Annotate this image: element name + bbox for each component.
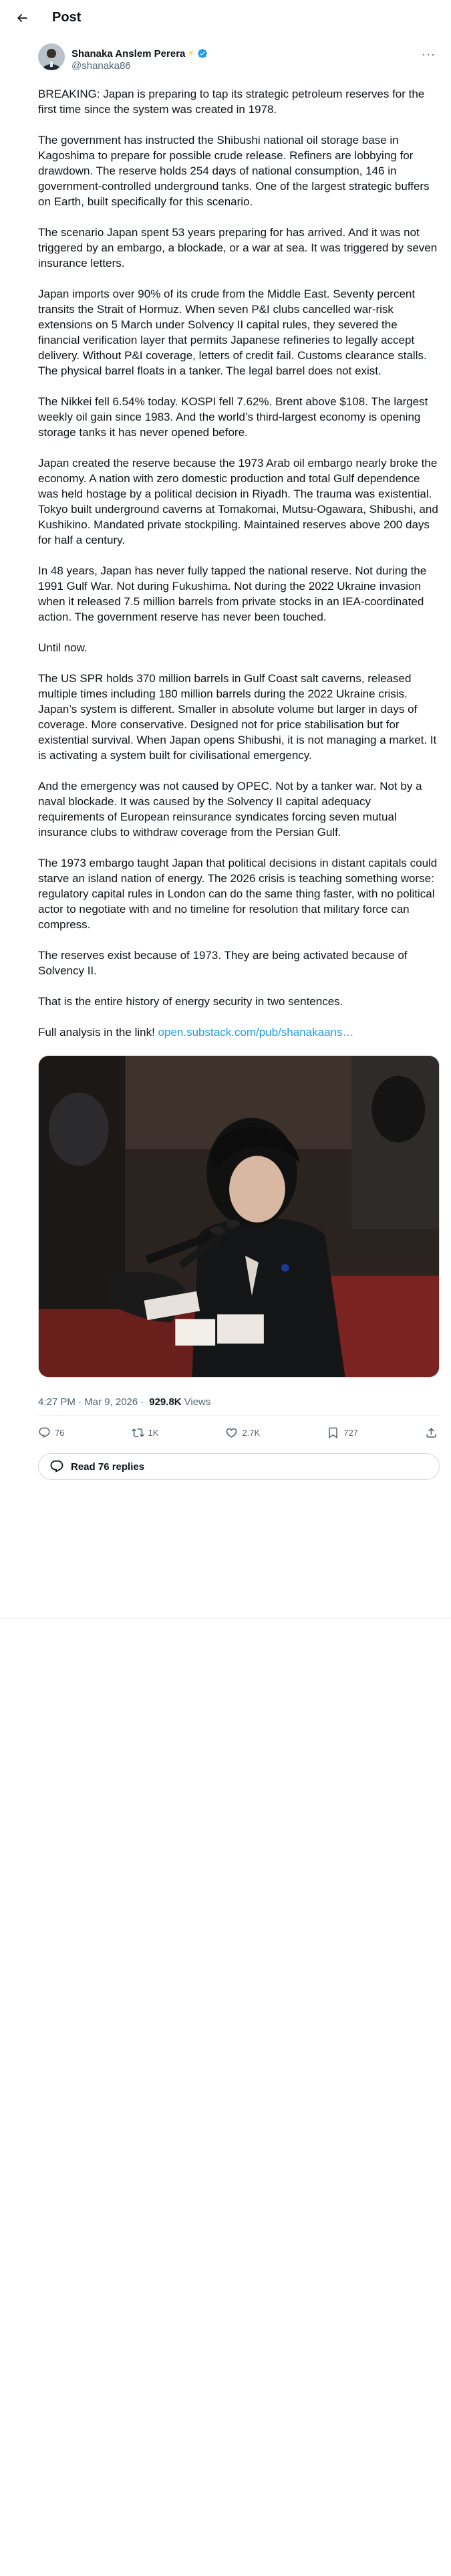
- repost-button[interactable]: 1K: [131, 1426, 159, 1439]
- verified-badge-icon: [197, 48, 208, 59]
- more-icon[interactable]: ···: [422, 47, 436, 62]
- tweet-text: BREAKING: Japan is preparing to tap its …: [0, 76, 451, 1040]
- paragraph: The scenario Japan spent 53 years prepar…: [38, 226, 438, 270]
- lightning-emoji: ⚡: [188, 48, 194, 58]
- reply-button[interactable]: 76: [38, 1426, 64, 1439]
- author-name[interactable]: Shanaka Anslem Perera: [71, 48, 185, 60]
- views-label: Views: [184, 1396, 211, 1408]
- substack-link[interactable]: open.substack.com/pub/shanakaans…: [158, 1026, 354, 1039]
- action-bar: 76 1K 2.7K 727: [0, 1416, 451, 1449]
- like-count: 2.7K: [242, 1427, 261, 1438]
- repost-count: 1K: [148, 1427, 159, 1438]
- like-icon: [227, 1428, 237, 1438]
- page-title: Post: [52, 10, 82, 25]
- reply-icon: [39, 1427, 50, 1438]
- link-prefix: Full analysis in the link!: [38, 1026, 158, 1039]
- bookmark-button[interactable]: 727: [327, 1426, 358, 1439]
- paragraph: Japan created the reserve because the 19…: [38, 457, 438, 546]
- paragraph: That is the entire history of energy sec…: [38, 995, 343, 1008]
- divider: [0, 1618, 451, 1619]
- paragraph: In 48 years, Japan has never fully tappe…: [38, 564, 427, 623]
- views-count: 929.8K: [149, 1396, 182, 1408]
- post-meta: 4:27 PM · Mar 9, 2026 · 929.8K Views: [0, 1378, 451, 1415]
- post-timestamp[interactable]: 4:27 PM · Mar 9, 2026: [38, 1396, 138, 1408]
- paragraph: BREAKING: Japan is preparing to tap its …: [38, 88, 425, 116]
- back-button[interactable]: [11, 7, 33, 29]
- post-header: Post: [0, 0, 451, 35]
- share-icon: [426, 1427, 436, 1438]
- paragraph: Until now.: [38, 641, 88, 654]
- like-button[interactable]: 2.7K: [225, 1426, 260, 1439]
- read-replies-label: Read 76 replies: [71, 1461, 145, 1473]
- reply-count: 76: [55, 1427, 65, 1438]
- author-handle[interactable]: @shanaka86: [71, 60, 208, 72]
- link-paragraph: Full analysis in the link! open.substack…: [38, 1025, 440, 1040]
- bookmark-icon: [329, 1427, 338, 1438]
- read-replies-button[interactable]: Read 76 replies: [38, 1453, 440, 1480]
- tweet-image[interactable]: [38, 1055, 440, 1378]
- author-row: Shanaka Anslem Perera ⚡ @shanaka86 ···: [0, 35, 451, 76]
- paragraph: The US SPR holds 370 million barrels in …: [38, 672, 437, 762]
- avatar[interactable]: [38, 43, 65, 70]
- paragraph: The 1973 embargo taught Japan that polit…: [38, 857, 438, 931]
- paragraph: And the emergency was not caused by OPEC…: [38, 780, 422, 839]
- paragraph: Japan imports over 90% of its crude from…: [38, 288, 427, 377]
- paragraph: The government has instructed the Shibus…: [38, 134, 430, 208]
- meta-separator: ·: [140, 1396, 144, 1408]
- share-button[interactable]: [425, 1426, 438, 1439]
- paragraph: The reserves exist because of 1973. They…: [38, 949, 408, 977]
- post-page: Post Shanaka Anslem Perera ⚡ @shanaka86 …: [0, 0, 451, 2576]
- bookmark-count: 727: [343, 1427, 358, 1438]
- back-arrow-icon: [17, 13, 27, 22]
- speech-bubble-icon: [50, 1460, 63, 1473]
- repost-icon: [131, 1428, 144, 1437]
- paragraph: The Nikkei fell 6.54% today. KOSPI fell …: [38, 395, 428, 439]
